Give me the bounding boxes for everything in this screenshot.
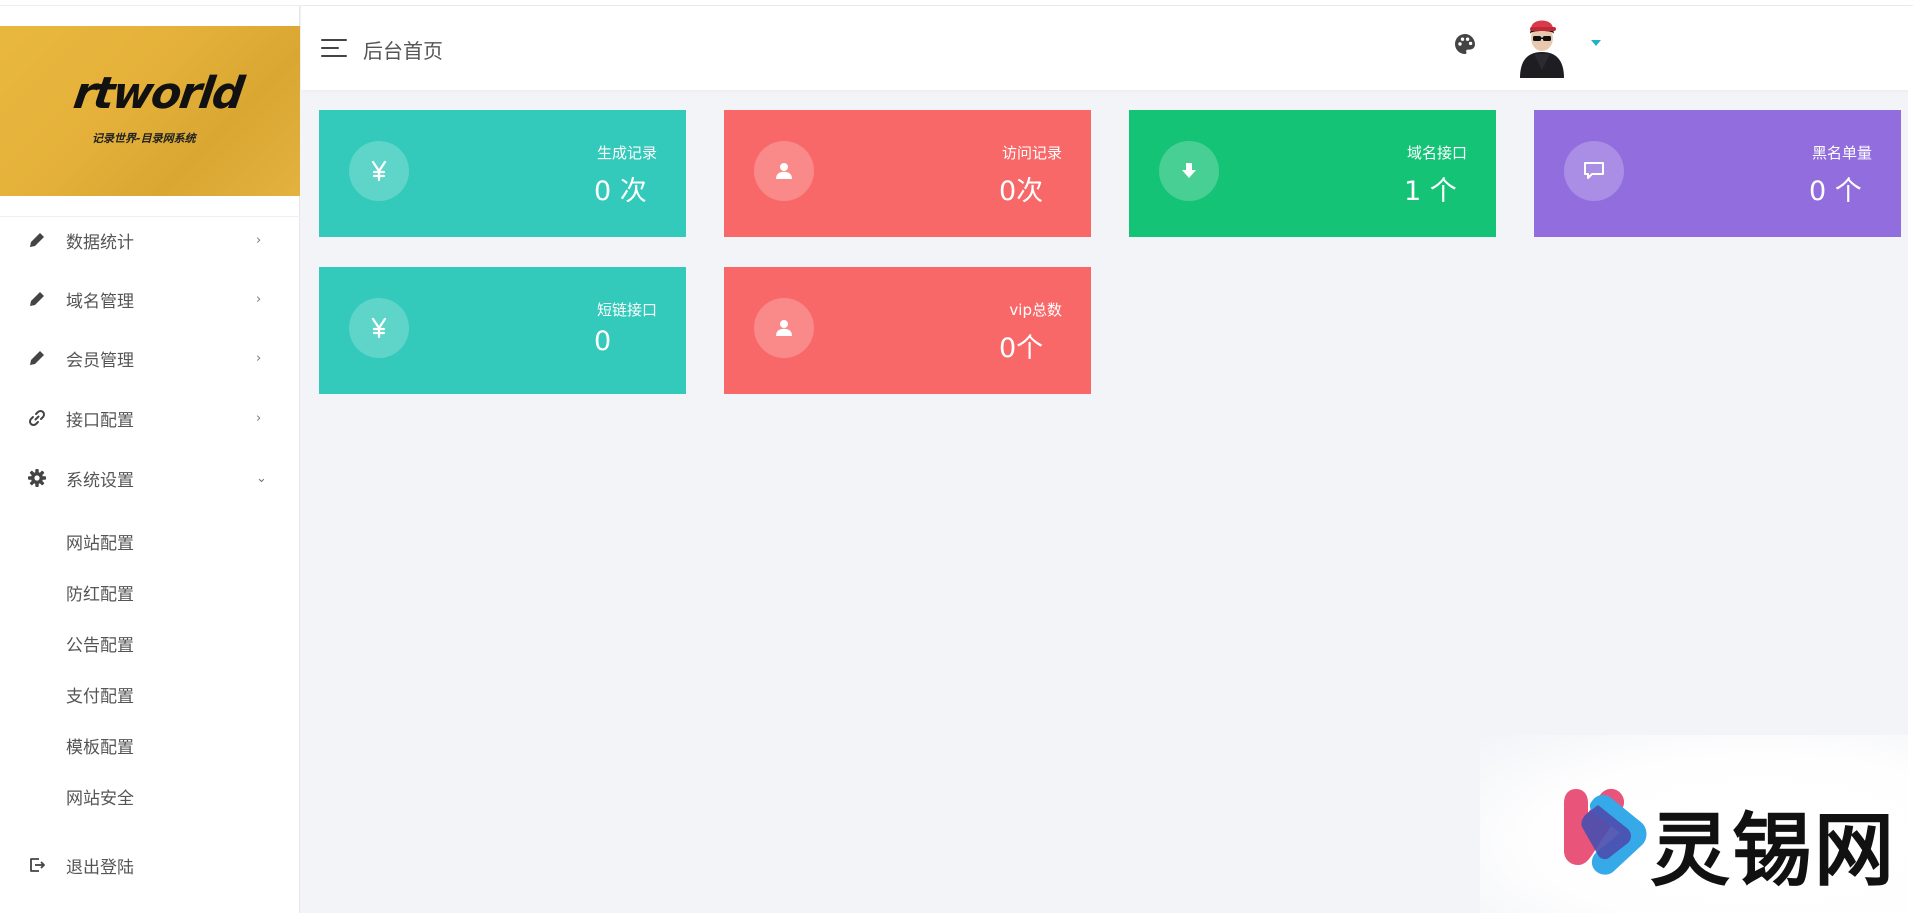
chevron-right-icon: › bbox=[256, 291, 262, 307]
page-title: 后台首页 bbox=[363, 39, 443, 63]
sidebar: rtworld 记录世界-目录网系统 数据统计 › 域名管理 › 会员管理 › … bbox=[0, 6, 300, 913]
comment-icon bbox=[1564, 141, 1624, 201]
brand-logo[interactable]: rtworld 记录世界-目录网系统 bbox=[0, 26, 300, 196]
card-value: 0 次 bbox=[594, 176, 647, 207]
pencil-icon bbox=[26, 288, 48, 310]
submenu-site-security[interactable]: 网站安全 bbox=[66, 784, 134, 814]
gear-icon bbox=[26, 467, 48, 489]
card-title: 短链接口 bbox=[596, 301, 657, 319]
yen-icon bbox=[349, 298, 409, 358]
chevron-right-icon: › bbox=[256, 232, 262, 248]
sidebar-item-domains[interactable]: 域名管理 › bbox=[0, 275, 300, 323]
pencil-icon bbox=[26, 347, 48, 369]
stat-card-short-link-api[interactable]: 短链接口 0 bbox=[319, 267, 686, 394]
sidebar-item-label: 接口配置 bbox=[66, 410, 134, 431]
card-value: 0 个 bbox=[1809, 176, 1862, 207]
sidebar-item-label: 域名管理 bbox=[66, 291, 134, 312]
submenu-site-config[interactable]: 网站配置 bbox=[66, 529, 134, 559]
submenu-notice-config[interactable]: 公告配置 bbox=[66, 631, 134, 661]
sidebar-item-api-config[interactable]: 接口配置 › bbox=[0, 394, 300, 442]
chevron-down-icon: ⌄ bbox=[256, 470, 267, 486]
stat-card-domain-api[interactable]: 域名接口 1 个 bbox=[1129, 110, 1496, 237]
caret-down-icon[interactable] bbox=[1591, 40, 1601, 46]
submenu-template-config[interactable]: 模板配置 bbox=[66, 733, 134, 763]
sidebar-item-label: 系统设置 bbox=[66, 470, 134, 491]
card-value: 0个 bbox=[999, 333, 1044, 364]
stat-card-generated[interactable]: 生成记录 0 次 bbox=[319, 110, 686, 237]
hamburger-icon[interactable] bbox=[321, 38, 347, 58]
user-icon bbox=[754, 298, 814, 358]
card-title: vip总数 bbox=[1009, 301, 1062, 319]
card-value: 0 bbox=[594, 326, 612, 357]
sidebar-item-system-settings[interactable]: 系统设置 ⌄ bbox=[0, 454, 300, 502]
logout-button[interactable]: 退出登陆 bbox=[0, 841, 300, 889]
logout-icon bbox=[26, 854, 48, 876]
yen-icon bbox=[349, 141, 409, 201]
submenu-anti-red-config[interactable]: 防红配置 bbox=[66, 580, 134, 610]
stat-card-visits[interactable]: 访问记录 0次 bbox=[724, 110, 1091, 237]
download-icon bbox=[1159, 141, 1219, 201]
card-value: 0次 bbox=[999, 176, 1044, 207]
top-header: 后台首页 bbox=[301, 6, 1913, 90]
logo-subtitle: 记录世界-目录网系统 bbox=[92, 132, 196, 145]
sidebar-item-label: 数据统计 bbox=[66, 232, 134, 253]
watermark-logo-icon bbox=[1562, 783, 1652, 878]
sidebar-item-label: 会员管理 bbox=[66, 350, 134, 371]
card-value: 1 个 bbox=[1404, 176, 1457, 207]
chevron-right-icon: › bbox=[256, 410, 262, 426]
logout-label: 退出登陆 bbox=[66, 857, 134, 878]
user-icon bbox=[754, 141, 814, 201]
card-title: 域名接口 bbox=[1406, 144, 1467, 162]
card-title: 生成记录 bbox=[596, 144, 657, 162]
watermark-text: 灵锡网 bbox=[1650, 804, 1896, 897]
stat-card-blacklist[interactable]: 黑名单量 0 个 bbox=[1534, 110, 1901, 237]
card-title: 黑名单量 bbox=[1811, 144, 1872, 162]
sidebar-item-data-stats[interactable]: 数据统计 › bbox=[0, 216, 300, 264]
card-title: 访问记录 bbox=[1001, 144, 1062, 162]
sidebar-item-members[interactable]: 会员管理 › bbox=[0, 334, 300, 382]
stat-card-vip-total[interactable]: vip总数 0个 bbox=[724, 267, 1091, 394]
chevron-right-icon: › bbox=[256, 350, 262, 366]
user-avatar[interactable] bbox=[1512, 12, 1572, 78]
palette-icon[interactable] bbox=[1453, 32, 1477, 56]
logo-text: rtworld bbox=[70, 68, 246, 119]
submenu-payment-config[interactable]: 支付配置 bbox=[66, 682, 134, 712]
pencil-icon bbox=[26, 229, 48, 251]
link-icon bbox=[26, 407, 48, 429]
